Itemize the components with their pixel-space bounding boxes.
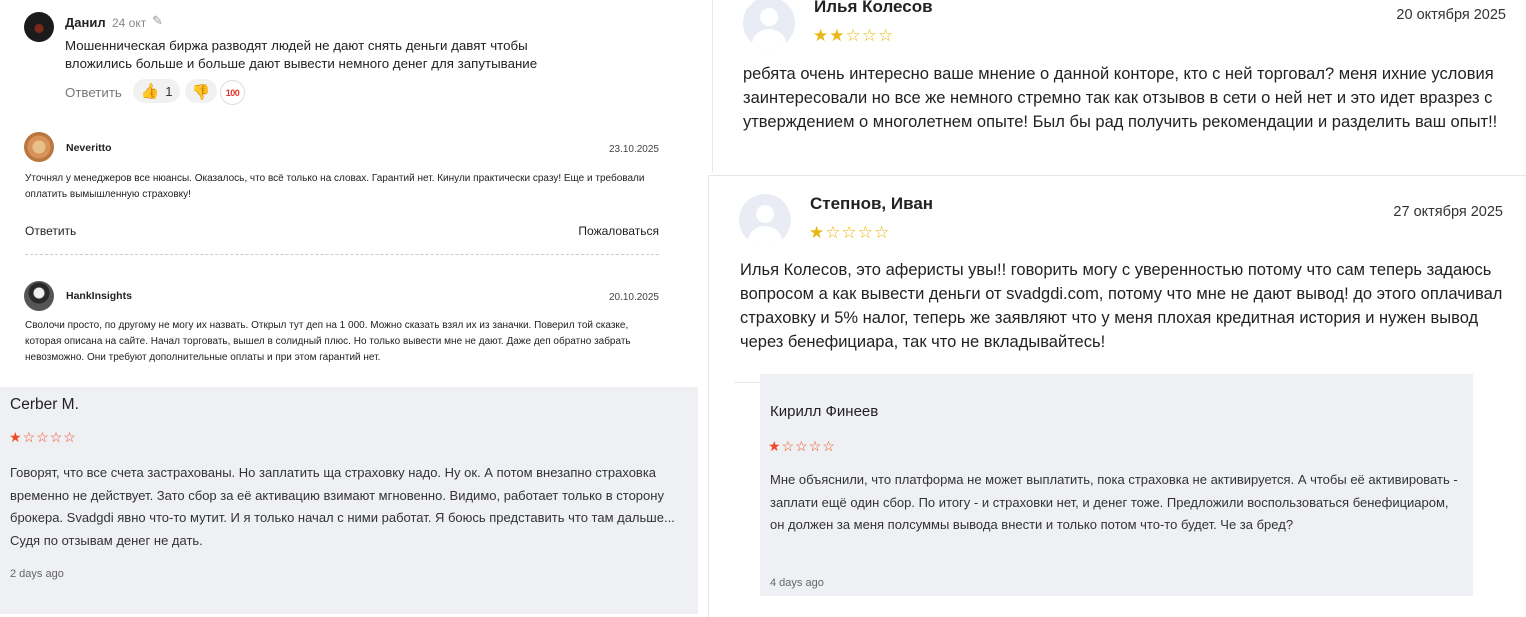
dislike-reaction-button[interactable]: 👍 xyxy=(185,79,217,103)
avatar-placeholder-icon xyxy=(739,194,791,246)
review-kirill: Кирилл Финеев ★☆☆☆☆ Мне объяснили, что п… xyxy=(760,374,1473,596)
divider xyxy=(25,254,659,255)
star-empty-icon: ☆ xyxy=(22,429,36,445)
star-empty-icon: ☆ xyxy=(857,223,873,242)
star-filled-icon: ★ xyxy=(813,26,829,45)
star-rating: ★☆☆☆☆ xyxy=(809,224,890,243)
review-cerber: Cerber M. ★☆☆☆☆ Говорят, что все счета з… xyxy=(0,387,698,614)
thumbs-down-icon: 👍 xyxy=(191,82,211,100)
comment-date: 24 окт xyxy=(112,16,147,30)
star-empty-icon: ☆ xyxy=(825,223,841,242)
star-rating: ★☆☆☆☆ xyxy=(9,429,77,447)
star-empty-icon: ☆ xyxy=(878,26,894,45)
author-name: Кирилл Финеев xyxy=(770,403,879,420)
review-text: Уточнял у менеджеров все нюансы. Оказало… xyxy=(25,173,645,200)
star-empty-icon: ☆ xyxy=(845,26,861,45)
star-filled-icon: ★ xyxy=(809,223,825,242)
star-empty-icon: ☆ xyxy=(861,26,877,45)
star-empty-icon: ☆ xyxy=(822,438,835,454)
star-rating: ★☆☆☆☆ xyxy=(768,438,836,456)
star-empty-icon: ☆ xyxy=(49,429,63,445)
author-name: Илья Колесов xyxy=(814,0,933,16)
reviews-list: Neveritto 23.10.2025 Уточнял у менеджеро… xyxy=(0,118,700,384)
star-empty-icon: ☆ xyxy=(808,438,822,454)
review-time-ago: 2 days ago xyxy=(10,568,64,580)
review-time-ago: 4 days ago xyxy=(770,577,824,589)
avatar[interactable] xyxy=(24,281,54,311)
star-empty-icon: ☆ xyxy=(781,438,795,454)
review-text: Илья Колесов, это аферисты увы!! говорит… xyxy=(740,261,1503,351)
comment-danil: Данил 24 окт ✎ Мошенническая биржа разво… xyxy=(0,0,700,115)
star-empty-icon: ☆ xyxy=(795,438,808,454)
like-count: 1 xyxy=(165,83,173,99)
star-empty-icon: ☆ xyxy=(841,223,857,242)
review-text: ребята очень интересно ваше мнение о дан… xyxy=(743,65,1498,131)
review-date: 27 октября 2025 xyxy=(1393,204,1503,220)
like-reaction-button[interactable]: 👍 1 xyxy=(133,79,180,103)
author-name[interactable]: Neveritto xyxy=(66,142,112,154)
thumbs-up-icon: 👍 xyxy=(140,82,160,100)
pencil-icon[interactable]: ✎ xyxy=(152,13,163,29)
star-filled-icon: ★ xyxy=(768,438,781,454)
avatar[interactable] xyxy=(24,12,54,42)
report-button[interactable]: Пожаловаться xyxy=(578,224,659,238)
star-empty-icon: ☆ xyxy=(36,429,49,445)
reply-button[interactable]: Ответить xyxy=(65,85,122,100)
avatar-placeholder-icon xyxy=(743,0,795,49)
hundred-icon: 100 xyxy=(225,87,240,98)
author-name: Степнов, Иван xyxy=(810,194,934,213)
author-name[interactable]: HankInsights xyxy=(66,290,132,302)
author-name[interactable]: Данил xyxy=(65,15,106,30)
star-filled-icon: ★ xyxy=(9,429,22,445)
star-filled-icon: ★ xyxy=(829,26,845,45)
review-ilya: Илья Колесов 20 октября 2025 ★★☆☆☆ ребят… xyxy=(712,0,1526,172)
review-date: 20.10.2025 xyxy=(608,292,659,303)
review-date: 23.10.2025 xyxy=(608,144,659,155)
hundred-reaction-button[interactable]: 100 xyxy=(220,80,245,105)
author-name: Cerber M. xyxy=(10,396,79,413)
comment-text: Мошенническая биржа разводят людей не да… xyxy=(65,38,538,71)
star-rating: ★★☆☆☆ xyxy=(813,27,894,46)
star-empty-icon: ☆ xyxy=(874,223,890,242)
reply-button[interactable]: Ответить xyxy=(25,224,76,238)
review-text: Сволочи просто, по другому не могу их на… xyxy=(25,320,631,363)
avatar[interactable] xyxy=(24,132,54,162)
review-date: 20 октября 2025 xyxy=(1396,7,1506,23)
review-text: Говорят, что все счета застрахованы. Но … xyxy=(10,465,675,548)
star-empty-icon: ☆ xyxy=(63,429,76,445)
review-text: Мне объяснили, что платформа не может вы… xyxy=(770,472,1458,532)
